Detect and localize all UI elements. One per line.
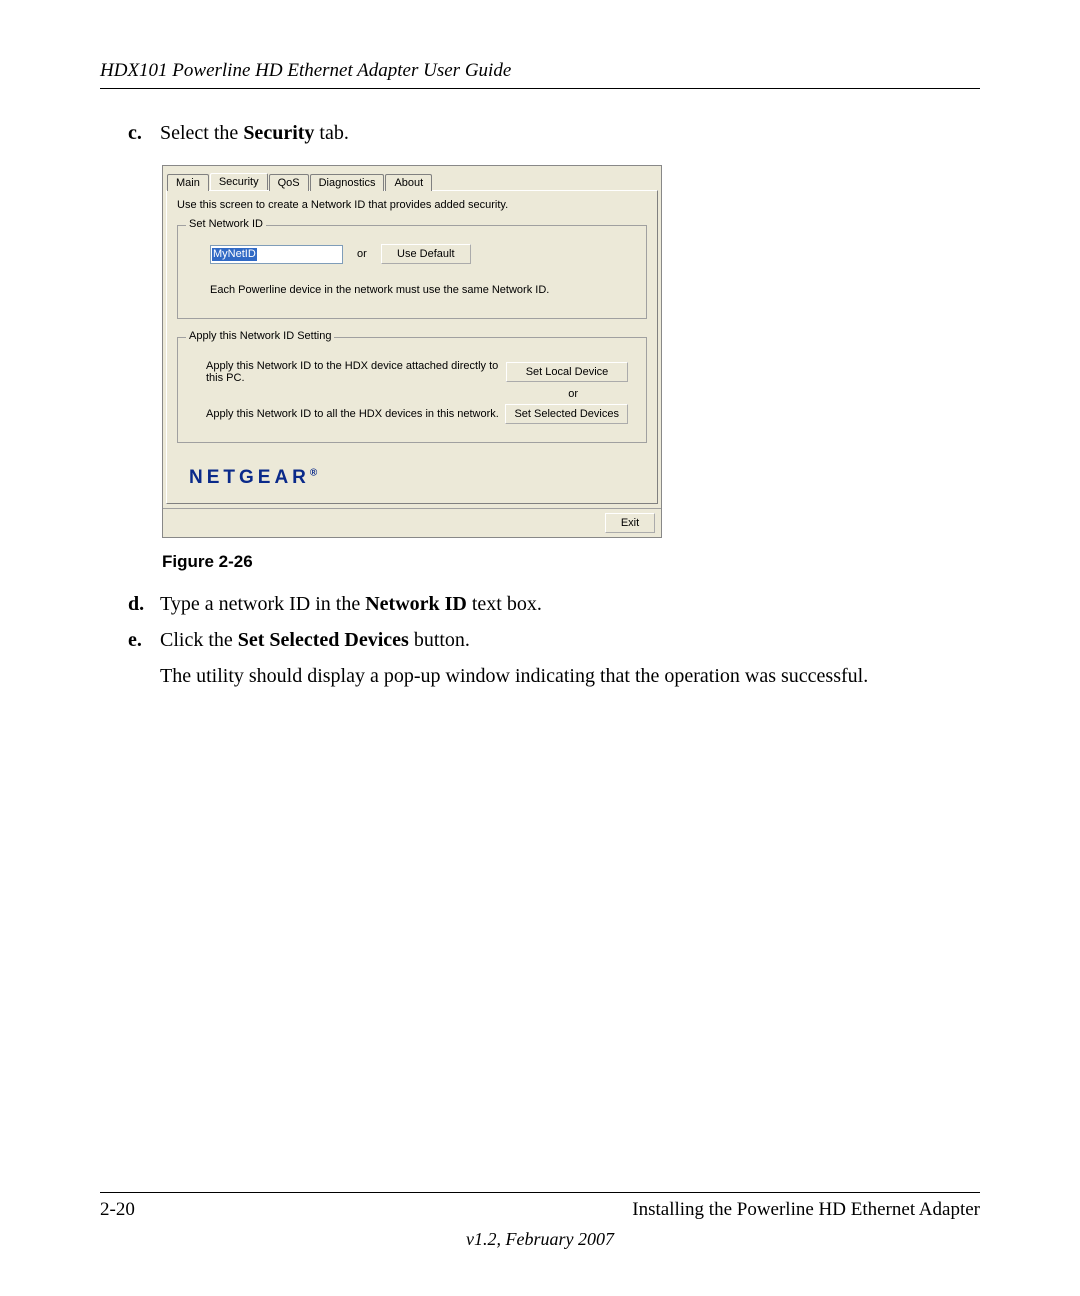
page-footer: 2-20 Installing the Powerline HD Etherne…: [100, 1192, 980, 1250]
step-d-post: text box.: [467, 593, 542, 615]
step-c-bold: Security: [243, 122, 314, 144]
apply-selected-text: Apply this Network ID to all the HDX dev…: [206, 408, 499, 420]
tab-diagnostics[interactable]: Diagnostics: [310, 174, 385, 191]
tab-main[interactable]: Main: [167, 174, 209, 191]
brand-text: NETGEAR: [189, 467, 310, 488]
figure-caption: Figure 2-26: [162, 552, 980, 572]
panel-instruction: Use this screen to create a Network ID t…: [177, 199, 647, 211]
apply-local-text: Apply this Network ID to the HDX device …: [206, 360, 506, 384]
security-dialog: Main Security QoS Diagnostics About Use …: [162, 165, 662, 538]
step-letter: c.: [128, 119, 160, 147]
use-default-button[interactable]: Use Default: [381, 244, 471, 264]
dialog-bottom-bar: Exit: [163, 508, 661, 537]
network-id-input[interactable]: MyNetID: [210, 245, 343, 264]
brand-logo: NETGEAR®: [177, 461, 647, 495]
tab-qos[interactable]: QoS: [269, 174, 309, 191]
network-id-note: Each Powerline device in the network mus…: [210, 284, 632, 296]
step-d: d. Type a network ID in the Network ID t…: [128, 590, 980, 618]
or-label-2: or: [192, 388, 578, 400]
step-c-pre: Select the: [160, 122, 243, 144]
set-selected-devices-button[interactable]: Set Selected Devices: [505, 404, 628, 424]
page-number: 2-20: [100, 1199, 135, 1221]
step-text: Select the Security tab.: [160, 119, 349, 147]
tab-strip: Main Security QoS Diagnostics About: [163, 166, 661, 190]
step-e: e. Click the Set Selected Devices button…: [128, 626, 980, 654]
page-header: HDX101 Powerline HD Ethernet Adapter Use…: [100, 60, 980, 89]
step-c-post: tab.: [314, 122, 348, 144]
step-text: Type a network ID in the Network ID text…: [160, 590, 542, 618]
brand-reg-icon: ®: [310, 468, 317, 479]
step-e-post: button.: [409, 629, 470, 651]
tab-security[interactable]: Security: [210, 173, 268, 190]
group-legend-1: Set Network ID: [186, 218, 266, 230]
step-letter: e.: [128, 626, 160, 654]
step-e-bold: Set Selected Devices: [238, 629, 409, 651]
step-letter: d.: [128, 590, 160, 618]
footer-section: Installing the Powerline HD Ethernet Ada…: [632, 1199, 980, 1221]
step-d-bold: Network ID: [365, 593, 467, 615]
footer-version: v1.2, February 2007: [100, 1229, 980, 1250]
group-apply-setting: Apply this Network ID Setting Apply this…: [177, 337, 647, 443]
step-e-continuation: The utility should display a pop-up wind…: [160, 662, 980, 690]
exit-button[interactable]: Exit: [605, 513, 655, 533]
figure-screenshot: Main Security QoS Diagnostics About Use …: [162, 165, 980, 538]
tab-about[interactable]: About: [385, 174, 432, 191]
step-d-pre: Type a network ID in the: [160, 593, 365, 615]
group-set-network-id: Set Network ID MyNetID or Use Default Ea…: [177, 225, 647, 319]
step-c: c. Select the Security tab.: [128, 119, 980, 147]
set-local-device-button[interactable]: Set Local Device: [506, 362, 628, 382]
step-text: Click the Set Selected Devices button.: [160, 626, 470, 654]
tab-panel: Use this screen to create a Network ID t…: [166, 190, 658, 504]
group-legend-2: Apply this Network ID Setting: [186, 330, 334, 342]
step-e-pre: Click the: [160, 629, 238, 651]
or-label-1: or: [357, 248, 367, 260]
network-id-value: MyNetID: [212, 248, 257, 261]
